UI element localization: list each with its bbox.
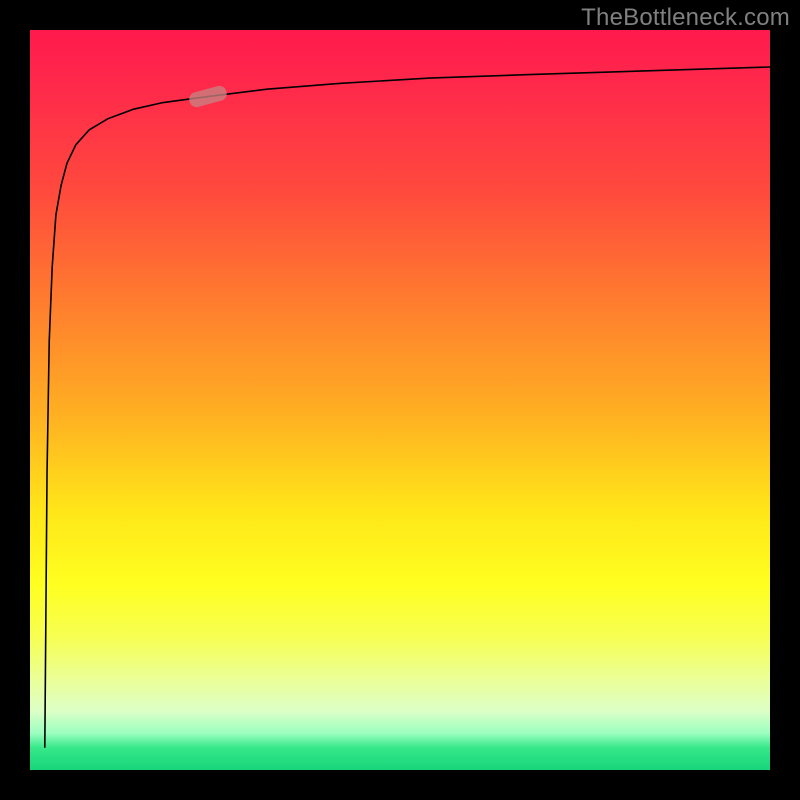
bottleneck-curve — [30, 30, 770, 770]
plot-area — [30, 30, 770, 770]
curve-marker — [187, 84, 228, 108]
watermark-label: TheBottleneck.com — [581, 4, 790, 32]
chart-frame: TheBottleneck.com — [0, 0, 800, 800]
